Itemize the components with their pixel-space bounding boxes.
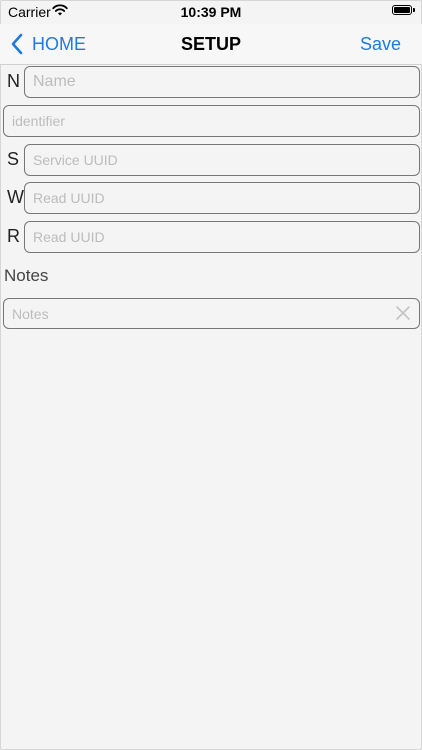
service-letter: S [7,149,20,169]
chevron-left-icon [11,33,23,55]
write-letter: W [7,187,24,207]
notes-input[interactable] [3,298,420,329]
back-button[interactable]: HOME [10,30,86,58]
read-uuid-input[interactable] [24,221,420,253]
notes-row [0,298,422,329]
write-uuid-input[interactable] [24,182,420,214]
back-button-label: HOME [32,33,86,54]
read-uuid-row: R [0,221,422,253]
service-uuid-input[interactable] [24,144,420,176]
name-letter: N [7,71,20,91]
read-letter: R [7,226,20,246]
notes-label: Notes [4,266,49,285]
service-uuid-row: S [0,144,422,176]
identifier-row [0,105,422,137]
navigation-bar: HOME SETUP Save [0,24,422,65]
identifier-input[interactable] [3,105,420,137]
battery-icon [392,5,415,15]
clear-icon[interactable] [395,305,411,321]
name-row: N [0,66,422,98]
write-uuid-row: W [0,182,422,214]
name-input[interactable] [24,66,420,98]
save-button[interactable]: Save [360,34,401,55]
clock: 10:39 PM [180,4,242,20]
status-bar: Carrier 10:39 PM [0,0,422,24]
